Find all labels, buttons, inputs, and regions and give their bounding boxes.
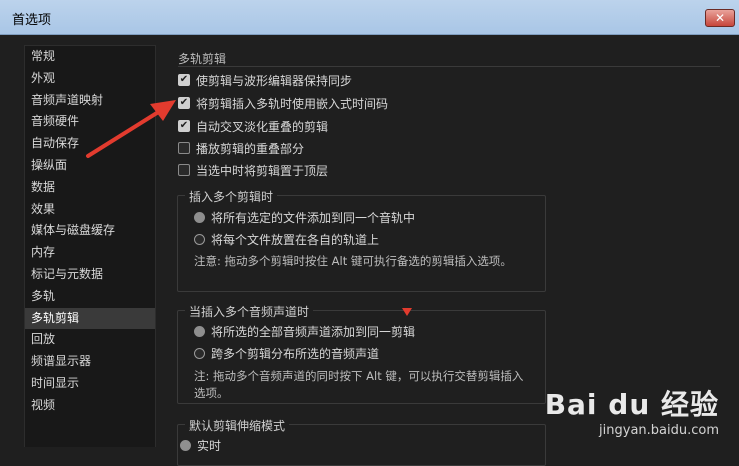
baidu-watermark: Bai du 经验 jingyan.baidu.com	[545, 383, 719, 438]
annotation-arrow-icon	[86, 100, 176, 158]
watermark-url: jingyan.baidu.com	[599, 423, 719, 438]
watermark-logo: Bai du 经验	[544, 388, 719, 421]
